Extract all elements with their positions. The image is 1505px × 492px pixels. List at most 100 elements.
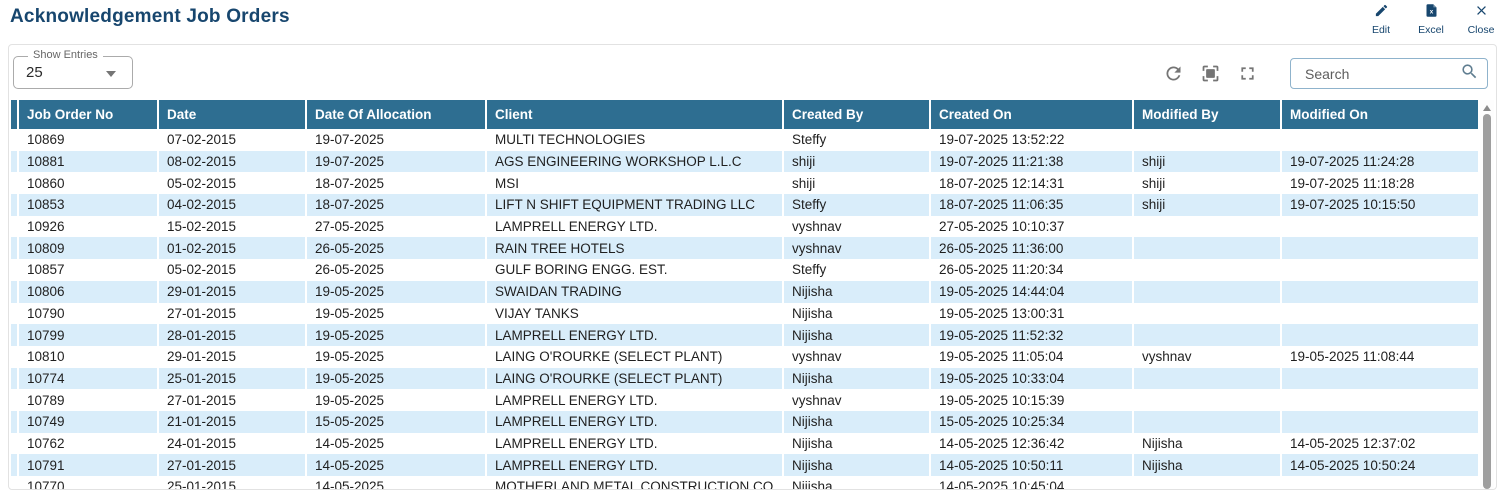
cell-client: SWAIDAN TRADING [487,281,784,303]
table-header-row: Job Order NoDateDate Of AllocationClient… [11,100,1478,129]
cell-created-on: 19-05-2025 10:15:39 [931,389,1134,411]
table-row[interactable]: 1079928-01-201519-05-2025LAMPRELL ENERGY… [11,324,1478,346]
center-focus-button[interactable] [1200,63,1221,84]
cell-modified-on [1282,303,1478,325]
table-row[interactable]: 1079027-01-201519-05-2025VIJAY TANKSNiji… [11,303,1478,325]
table-row[interactable]: 1085705-02-201526-05-2025GULF BORING ENG… [11,259,1478,281]
cell-created-on: 18-07-2025 12:14:31 [931,172,1134,194]
show-entries-select[interactable]: Show Entries 25 [13,56,133,89]
fullscreen-icon [1237,63,1258,84]
search-input[interactable] [1303,65,1460,83]
cell-created-on: 19-05-2025 14:44:04 [931,281,1134,303]
table-row[interactable]: 1088108-02-201519-07-2025AGS ENGINEERING… [11,151,1478,173]
cell-created-by: Nijisha [784,476,931,489]
cell-job-order-no: 10857 [19,259,159,281]
cell-modified-by: Nijisha [1134,433,1282,455]
cell-created-on: 26-05-2025 11:36:00 [931,237,1134,259]
cell-date: 25-01-2015 [159,368,307,390]
cell-modified-on [1282,281,1478,303]
job-orders-table: Job Order NoDateDate Of AllocationClient… [11,100,1478,489]
column-header-client[interactable]: Client [487,100,784,129]
cell-date: 27-01-2015 [159,454,307,476]
cell-client: AGS ENGINEERING WORKSHOP L.L.C [487,151,784,173]
table-row[interactable]: 1085304-02-201518-07-2025LIFT N SHIFT EQ… [11,194,1478,216]
cell-client: LAMPRELL ENERGY LTD. [487,216,784,238]
refresh-button[interactable] [1163,63,1184,84]
table-row[interactable]: 1080629-01-201519-05-2025SWAIDAN TRADING… [11,281,1478,303]
column-header-modified-on[interactable]: Modified On [1282,100,1478,129]
cell-job-order-no: 10749 [19,411,159,433]
vertical-scrollbar[interactable] [1480,100,1494,489]
column-header-created-on[interactable]: Created On [931,100,1134,129]
cell-modified-on [1282,216,1478,238]
cell-client: GULF BORING ENGG. EST. [487,259,784,281]
column-header-date[interactable]: Date [159,100,307,129]
spacer-cell [11,194,19,216]
cell-modified-on: 19-05-2025 11:08:44 [1282,346,1478,368]
cell-created-on: 14-05-2025 10:50:11 [931,454,1134,476]
table-row[interactable]: 1081029-01-201519-05-2025LAING O'ROURKE … [11,346,1478,368]
cell-date: 25-01-2015 [159,476,307,489]
cell-created-on: 19-05-2025 10:33:04 [931,368,1134,390]
cell-modified-by: Nijisha [1134,454,1282,476]
column-header-date-of-allocation[interactable]: Date Of Allocation [307,100,487,129]
cell-date-of-allocation: 14-05-2025 [307,476,487,489]
cell-created-on: 19-05-2025 13:00:31 [931,303,1134,325]
table-row[interactable]: 1086907-02-201519-07-2025MULTI TECHNOLOG… [11,129,1478,151]
table-controls: Show Entries 25 [9,45,1496,100]
table-row[interactable]: 1074921-01-201515-05-2025LAMPRELL ENERGY… [11,411,1478,433]
cell-created-by: Steffy [784,194,931,216]
cell-modified-by: vyshnav [1134,346,1282,368]
excel-button-label: Excel [1418,24,1444,36]
show-entries-value: 25 [26,64,43,81]
search-icon[interactable] [1460,62,1479,86]
spacer-cell [11,411,19,433]
cell-modified-on [1282,389,1478,411]
cell-date-of-allocation: 19-05-2025 [307,368,487,390]
cell-modified-by [1134,303,1282,325]
cell-date-of-allocation: 27-05-2025 [307,216,487,238]
column-header-modified-by[interactable]: Modified By [1134,100,1282,129]
cell-created-on: 27-05-2025 10:10:37 [931,216,1134,238]
cell-date-of-allocation: 19-07-2025 [307,129,487,151]
table-row[interactable]: 1086005-02-201518-07-2025MSIshiji18-07-2… [11,172,1478,194]
cell-date-of-allocation: 19-05-2025 [307,303,487,325]
cell-created-by: Nijisha [784,454,931,476]
table-row[interactable]: 1078927-01-201519-05-2025LAMPRELL ENERGY… [11,389,1478,411]
cell-date: 27-01-2015 [159,303,307,325]
cell-created-on: 19-05-2025 11:05:04 [931,346,1134,368]
table-row[interactable]: 1077025-01-201514-05-2025MOTHERLAND META… [11,476,1478,489]
cell-modified-by [1134,324,1282,346]
cell-job-order-no: 10926 [19,216,159,238]
scrollbar-up-arrow-icon[interactable] [1483,105,1491,111]
column-header-job-order-no[interactable]: Job Order No [19,100,159,129]
cell-date-of-allocation: 26-05-2025 [307,237,487,259]
table-row[interactable]: 1076224-01-201514-05-2025LAMPRELL ENERGY… [11,433,1478,455]
table-row[interactable]: 1079127-01-201514-05-2025LAMPRELL ENERGY… [11,454,1478,476]
toolbar-actions: Edit x Excel Close [1363,3,1499,36]
cell-created-by: vyshnav [784,389,931,411]
edit-icon [1374,3,1389,23]
show-entries-label: Show Entries [28,49,103,61]
close-button[interactable]: Close [1463,3,1499,36]
cell-created-by: Nijisha [784,303,931,325]
spacer-cell [11,454,19,476]
excel-button[interactable]: x Excel [1413,3,1449,36]
cell-date: 29-01-2015 [159,346,307,368]
fullscreen-button[interactable] [1237,63,1258,84]
page-title: Acknowledgement Job Orders [10,6,290,28]
cell-job-order-no: 10809 [19,237,159,259]
cell-job-order-no: 10774 [19,368,159,390]
column-header-created-by[interactable]: Created By [784,100,931,129]
cell-created-by: Nijisha [784,368,931,390]
table-row[interactable]: 1077425-01-201519-05-2025LAING O'ROURKE … [11,368,1478,390]
table-row[interactable]: 1092615-02-201527-05-2025LAMPRELL ENERGY… [11,216,1478,238]
table-row[interactable]: 1080901-02-201526-05-2025RAIN TREE HOTEL… [11,237,1478,259]
cell-created-by: Nijisha [784,324,931,346]
scrollbar-thumb[interactable] [1483,114,1491,489]
edit-button[interactable]: Edit [1363,3,1399,36]
cell-modified-by: shiji [1134,172,1282,194]
spacer-cell [11,151,19,173]
cell-job-order-no: 10762 [19,433,159,455]
cell-job-order-no: 10860 [19,172,159,194]
